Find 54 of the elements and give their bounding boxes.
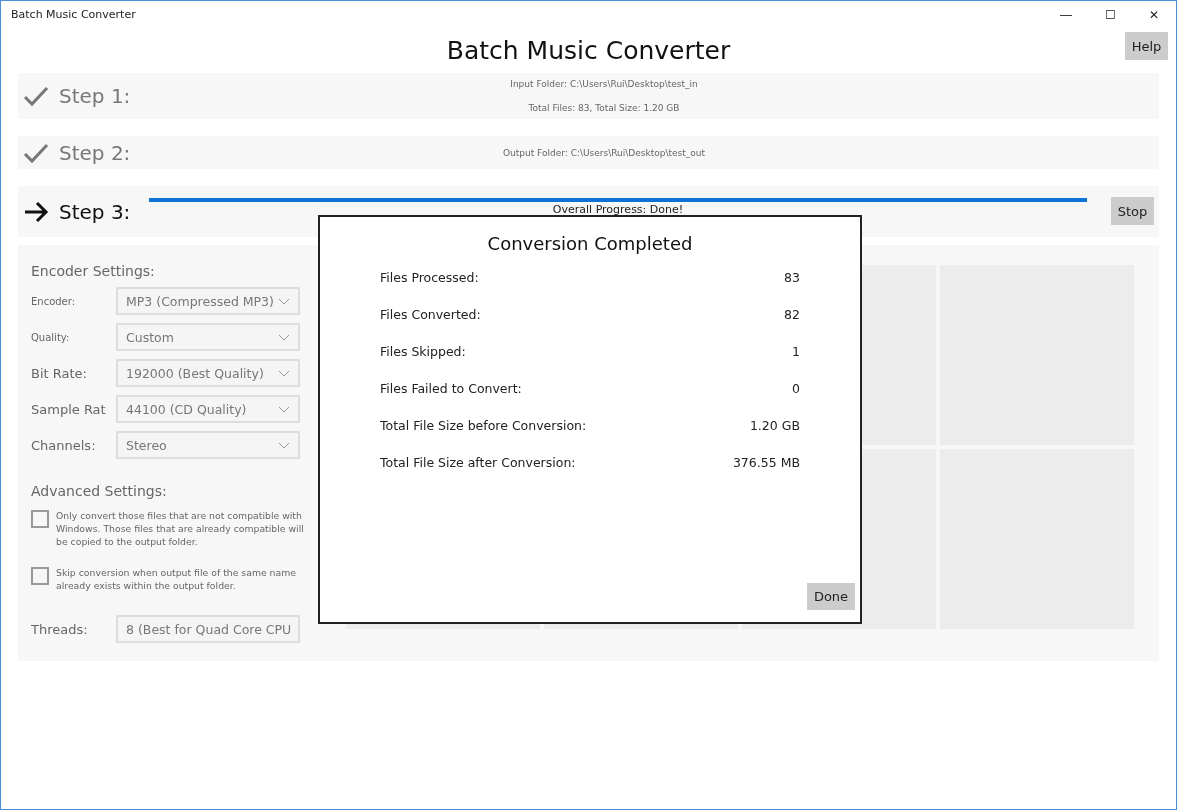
chevron-icon	[278, 297, 290, 305]
stat-value: 1	[792, 344, 800, 359]
dropdown[interactable]: MP3 (Compressed MP3)	[116, 287, 300, 315]
window-title: Batch Music Converter	[10, 8, 136, 21]
section-title: Encoder Settings:	[31, 263, 156, 279]
window-control-button[interactable]: ☐	[1088, 1, 1132, 28]
arrow-icon	[23, 200, 49, 223]
window-control-button[interactable]: —	[1044, 1, 1088, 28]
stat-label: Files Processed:	[380, 270, 479, 285]
dropdown[interactable]: Stereo	[116, 431, 300, 459]
stat-value: 1.20 GB	[749, 418, 800, 433]
field-label: Bit Rate:	[31, 365, 88, 381]
stat-label: Files Skipped:	[380, 344, 466, 359]
section-title: Advanced Settings:	[31, 483, 168, 499]
chevron-icon	[278, 333, 290, 341]
step-label: Step 2:	[59, 140, 132, 165]
check-icon	[23, 85, 49, 107]
checkbox[interactable]	[31, 510, 49, 528]
stat-label: Files Failed to Convert:	[380, 381, 522, 396]
check-icon	[23, 141, 49, 164]
step-info: Input Folder: C:\Users\Rui\Desktop\test_in	[510, 79, 698, 89]
window-control-button[interactable]: ✕	[1132, 1, 1176, 28]
stat-value: 83	[784, 270, 800, 285]
done-button[interactable]: Done	[807, 583, 855, 610]
step-label: Step 3:	[59, 199, 132, 224]
stop-button[interactable]: Stop	[1111, 197, 1154, 225]
dropdown[interactable]: 44100 (CD Quality)	[116, 395, 300, 423]
field-label: Encoder:	[31, 295, 77, 307]
help-button[interactable]: Help	[1125, 32, 1168, 60]
stat-label: Files Converted:	[380, 307, 481, 322]
field-label: Sample Rat	[31, 401, 107, 417]
step-label: Step 1:	[59, 84, 132, 108]
dialog-title: Conversion Completed	[487, 233, 693, 254]
stat-value: 82	[784, 307, 800, 322]
field-label: Quality:	[31, 331, 71, 343]
field-label: Channels:	[31, 437, 97, 453]
chevron-icon	[278, 441, 290, 449]
stat-label: Total File Size after Conversion:	[380, 455, 576, 470]
progress-text: Overall Progress: Done!	[552, 204, 684, 216]
stat-value: 0	[792, 381, 800, 396]
dropdown[interactable]: 192000 (Best Quality)	[116, 359, 300, 387]
dropdown[interactable]: Custom	[116, 323, 300, 351]
app-title: Batch Music Converter	[446, 35, 731, 65]
checkbox[interactable]	[31, 567, 49, 585]
stat-label: Total File Size before Conversion:	[380, 418, 587, 433]
step-info: Total Files: 83, Total Size: 1.20 GB	[528, 103, 680, 113]
dropdown[interactable]: 8 (Best for Quad Core CPU	[116, 615, 300, 643]
step-info: Output Folder: C:\Users\Rui\Desktop\test_out	[503, 147, 705, 158]
field-label: Threads:	[31, 621, 89, 637]
chevron-icon	[278, 405, 290, 413]
chevron-icon	[278, 369, 290, 377]
option-text: Skip conversion when output file of the same name already exists within the output folder.	[56, 566, 297, 592]
stat-value: 376.55 MB	[732, 455, 800, 470]
option-text: Only convert those files that are not compatible with Windows. Those files that are already compatible will be copied to the output folder.	[56, 509, 304, 548]
